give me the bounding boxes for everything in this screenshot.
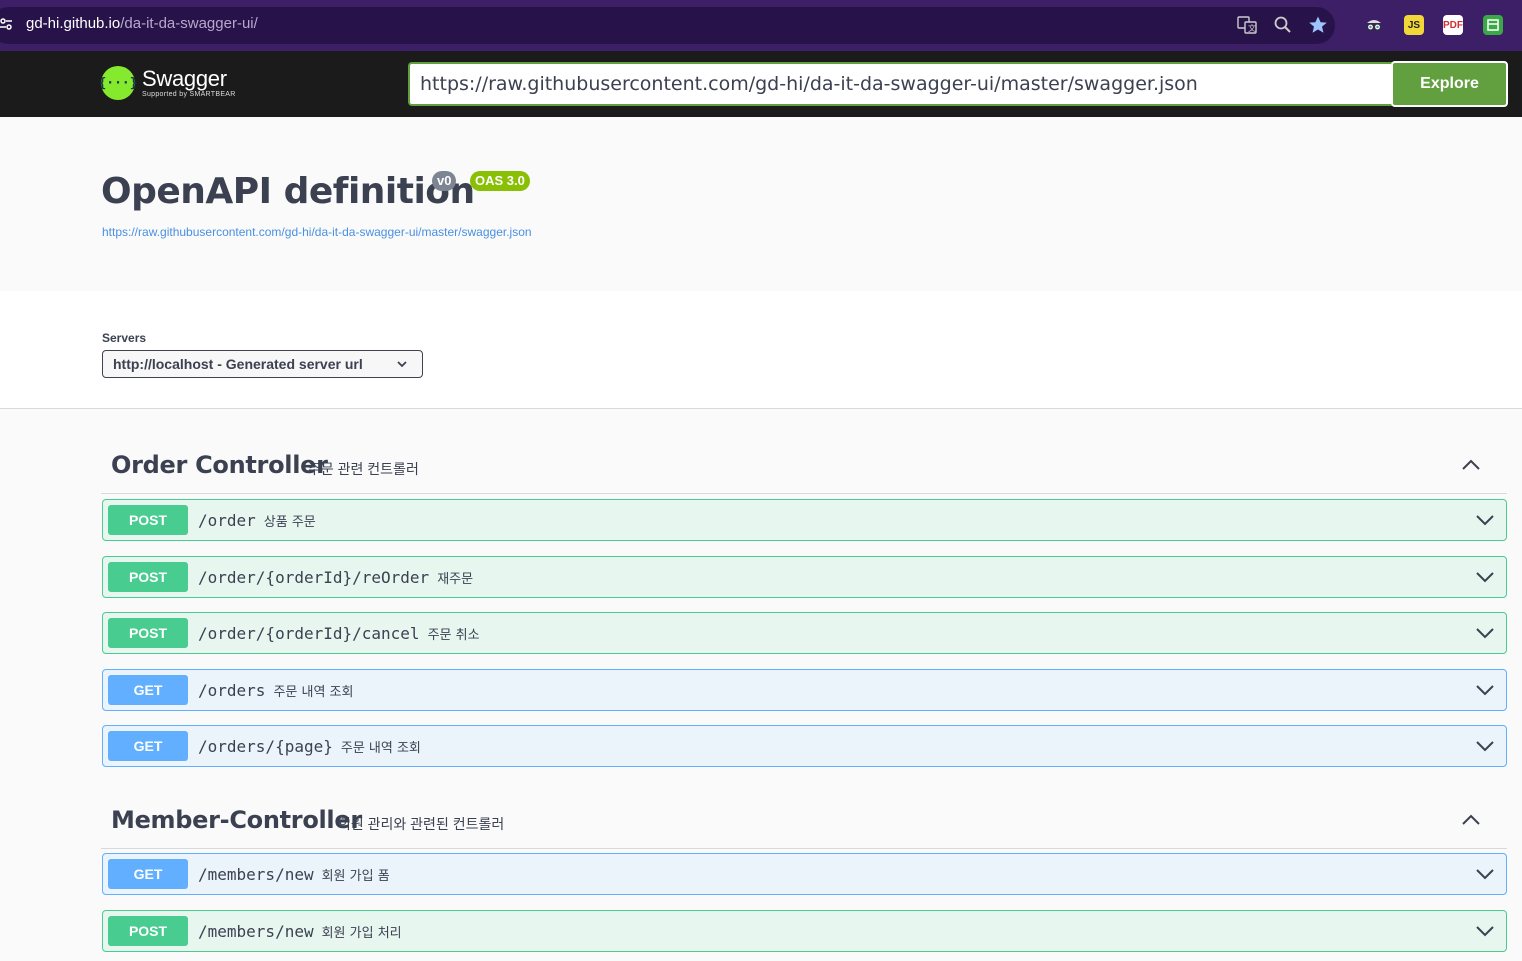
operation-summary: 주문 내역 조회 [273,685,354,700]
chevron-up-icon[interactable] [1461,810,1481,830]
tag-description: 주문 관련 컨트롤러 [308,461,419,477]
spec-link[interactable]: https://raw.githubusercontent.com/gd-hi/… [102,225,532,239]
tag-name: Order Controller [111,451,328,479]
chevron-up-icon[interactable] [1461,455,1481,475]
operation-row[interactable]: POST /members/new 회원 가입 처리 [102,910,1507,952]
spec-url-input[interactable]: https://raw.githubusercontent.com/gd-hi/… [408,62,1392,106]
server-select-value: http://localhost - Generated server url [113,356,363,372]
method-badge: GET [108,675,188,705]
swagger-logo[interactable]: {···} Swagger Supported by SMARTBEAR [98,66,236,100]
ext-pdf-icon[interactable]: PDF [1443,15,1463,35]
chevron-down-icon[interactable] [1476,922,1494,940]
url-host: gd-hi.github.io [26,15,121,32]
version-badge: v0 [432,171,457,191]
operation-path: /orders [198,681,266,700]
chevron-down-icon[interactable] [1476,681,1494,699]
zoom-icon[interactable] [1272,14,1294,36]
browser-address-bar: gd-hi.github.io/da-it-da-swagger-ui/ 文 J… [0,0,1522,51]
swagger-logo-icon: {···} [98,66,138,100]
operation-path: /members/new [198,922,314,941]
operation-summary: 회원 가입 처리 [321,926,402,941]
svg-text:文: 文 [1248,23,1256,33]
chevron-down-icon[interactable] [1476,865,1494,883]
site-info-icon[interactable] [0,17,12,33]
method-badge: GET [108,731,188,761]
address-url[interactable]: gd-hi.github.io/da-it-da-swagger-ui/ [26,15,258,32]
tag-order-controller[interactable]: Order Controller 주문 관련 컨트롤러 [101,437,1507,494]
server-select[interactable]: http://localhost - Generated server url [102,350,423,378]
operation-row[interactable]: POST /order/{orderId}/reOrder 재주문 [102,556,1507,598]
chevron-down-icon[interactable] [1476,511,1494,529]
operation-path: /members/new [198,865,314,884]
operation-row[interactable]: POST /order 상품 주문 [102,499,1507,541]
url-path: /da-it-da-swagger-ui/ [120,15,258,32]
method-badge: POST [108,916,188,946]
operation-summary: 재주문 [437,572,474,587]
operation-path: /orders/{page} [198,737,333,756]
tag-name: Member-Controller [111,806,362,834]
ext-js-icon[interactable]: JS [1404,15,1424,35]
operation-row[interactable]: POST /order/{orderId}/cancel 주문 취소 [102,612,1507,654]
servers-label: Servers [102,331,147,345]
translate-icon[interactable]: 文 [1236,14,1258,36]
operation-summary: 주문 취소 [427,628,480,643]
operation-path: /order [198,511,256,530]
ext-green-icon[interactable] [1483,15,1503,35]
method-badge: GET [108,859,188,889]
operation-summary: 주문 내역 조회 [340,741,421,756]
oas-badge: OAS 3.0 [470,171,530,191]
explore-button[interactable]: Explore [1391,61,1508,107]
ext-spy-icon[interactable] [1364,15,1384,35]
chevron-down-icon [396,351,408,385]
tag-description: 회원 관리와 관련된 컨트롤러 [338,816,505,832]
operation-summary: 상품 주문 [263,515,316,530]
chevron-down-icon[interactable] [1476,624,1494,642]
logo-name: Swagger [142,66,227,91]
operation-row[interactable]: GET /orders/{page} 주문 내역 조회 [102,725,1507,767]
logo-sub: Supported by SMARTBEAR [142,91,236,98]
method-badge: POST [108,505,188,535]
page-title: OpenAPI definition [101,171,475,212]
method-badge: POST [108,562,188,592]
operation-row[interactable]: GET /orders 주문 내역 조회 [102,669,1507,711]
method-badge: POST [108,618,188,648]
operation-path: /order/{orderId}/reOrder [198,568,430,587]
info-section: OpenAPI definition v0 OAS 3.0 https://ra… [0,117,1522,291]
servers-section: Servers http://localhost - Generated ser… [0,291,1522,409]
chevron-down-icon[interactable] [1476,737,1494,755]
bookmark-star-icon[interactable] [1307,14,1329,36]
chevron-down-icon[interactable] [1476,568,1494,586]
operation-path: /order/{orderId}/cancel [198,624,420,643]
swagger-topbar: {···} Swagger Supported by SMARTBEAR htt… [0,51,1522,117]
operation-summary: 회원 가입 폼 [321,869,390,884]
operation-row[interactable]: GET /members/new 회원 가입 폼 [102,853,1507,895]
tag-member-controller[interactable]: Member-Controller 회원 관리와 관련된 컨트롤러 [101,792,1507,849]
